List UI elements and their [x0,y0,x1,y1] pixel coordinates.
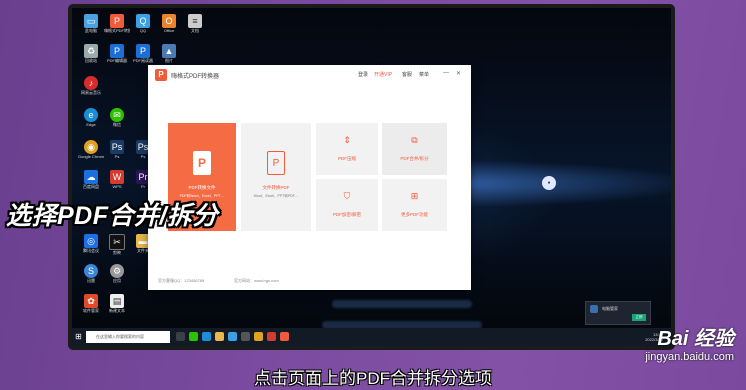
grid-icon: ⊞ [410,191,419,201]
close-icon[interactable]: ✕ [456,70,461,77]
desktop-icon[interactable]: O Office [156,14,182,33]
footer-website[interactable]: 官方网站：www.hgs.com [234,278,279,284]
desktop-icon[interactable]: ▭ 此电脑 [78,14,104,33]
desktop-icon[interactable]: P PDF阅读器 [130,44,156,63]
desktop-icon[interactable]: ✿ 软件管家 [78,294,104,313]
watermark-url: jingyan.baidu.com [645,351,734,363]
notification-popup: 电脑管家 立即 [585,301,651,325]
shield-icon [590,305,598,313]
wechat-taskbar-icon[interactable] [189,332,198,341]
window-titlebar: P 嗨格式PDF转换器 登录 开通VIP 客服 菜单 — ✕ [148,65,471,85]
wps-taskbar-icon[interactable] [267,332,276,341]
watermark-logo: Bai 经验 [657,328,734,350]
tile-sublabel: Word、Excel、PPT转PDF… [253,194,299,198]
desktop-icon[interactable]: ◉ Google Chrome [78,140,104,159]
tile-label: PDF转换文件 [188,185,216,190]
desktop-icon[interactable]: ♻ 回收站 [78,44,104,63]
tile-label: 文件转换PDF [262,185,290,190]
monitor-frame: ● ▭此电脑 P嗨格式PDF转换器 QQQ OOffice ≡文档 ♻回收站 P… [68,4,675,350]
desktop-icon[interactable]: ✂ 剪映 [104,234,130,255]
desktop-icon[interactable]: ≡ 文档 [182,14,208,33]
step-subtitle: 点击页面上的PDF合并拆分选项 [254,369,492,388]
shield-icon: ⛉ [343,191,351,201]
file-to-pdf-icon: P [267,151,285,175]
desktop-icon[interactable]: ◎ 腾讯会议 [78,234,104,253]
desktop-icon[interactable]: S 迅雷 [78,264,104,283]
tile-label: PDF压缩 [338,156,356,161]
edge-taskbar-icon[interactable] [202,332,211,341]
tile-compress[interactable]: ⇕ PDF压缩 [316,123,378,175]
desktop-icon[interactable]: ▲ 图片 [156,44,182,63]
desktop-icon[interactable]: e Edge [78,108,104,127]
desktop-icon[interactable]: P PDF编辑器 [104,44,130,63]
desktop-icon[interactable]: Q QQ [130,14,156,33]
desktop-icon[interactable]: ♪ 网易云音乐 [78,76,104,95]
menu-main[interactable]: 菜单 [419,71,429,78]
qq-taskbar-icon[interactable] [228,332,237,341]
step-headline: 选择PDF合并/拆分 [6,202,218,230]
taskbar-search-input[interactable]: 在这里输入你要搜索的内容 [86,331,170,343]
desktop-icon[interactable]: ☁ 百度网盘 [78,170,104,189]
desktop-icon[interactable]: ✉ 微信 [104,108,130,127]
minimize-icon[interactable]: — [443,70,449,76]
chrome-taskbar-icon[interactable] [254,332,263,341]
desktop-screen: ● ▭此电脑 P嗨格式PDF转换器 QQQ OOffice ≡文档 ♻回收站 P… [72,8,671,346]
pdf-document-icon: P [193,151,211,175]
windows-start-icon[interactable]: ⊞ [75,332,84,341]
notification-button[interactable]: 立即 [632,314,646,321]
baidu-watermark: Bai 经验 jingyan.baidu.com [645,322,734,363]
blurred-highlight [332,300,472,308]
pdf-converter-window: P 嗨格式PDF转换器 登录 开通VIP 客服 菜单 — ✕ P PDF转换文件… [148,65,471,290]
footer-qq: 官方客服QQ：123456789 [158,278,205,283]
assistant-bubble-icon[interactable]: ● [542,176,556,190]
tile-encrypt[interactable]: ⛉ PDF加密/解密 [316,179,378,231]
menu-login[interactable]: 登录 [358,71,368,78]
explorer-taskbar-icon[interactable] [215,332,224,341]
merge-split-icon: ⧉ [411,135,418,145]
pdf-converter-taskbar-icon[interactable] [280,332,289,341]
app-title: 嗨格式PDF转换器 [171,74,220,80]
compress-icon: ⇕ [343,135,351,145]
desktop-icon[interactable]: ⚙ 应用 [104,264,130,283]
app-taskbar-icon[interactable] [241,332,250,341]
desktop-icon[interactable]: P嗨格式PDF转换器 [104,14,130,33]
tile-merge-split[interactable]: ⧉ PDF合并/拆分 [382,123,447,175]
task-view-icon[interactable] [176,332,185,341]
tile-file-to-pdf[interactable]: P 文件转换PDF Word、Excel、PPT转PDF… [241,123,311,231]
notification-text: 电脑管家 [602,306,618,311]
menu-service[interactable]: 客服 [402,71,412,78]
tile-label: PDF加密/解密 [332,212,362,217]
desktop-icon[interactable]: ▤ 新建文本 [104,294,130,313]
tile-label: 更多PDF功能 [401,212,428,217]
desktop-icon[interactable]: W WPS [104,170,130,189]
app-logo-icon: P [155,69,167,81]
desktop-icon[interactable]: Ps Ps [104,140,130,159]
tile-more[interactable]: ⊞ 更多PDF功能 [382,179,447,231]
taskbar: ⊞ 在这里输入你要搜索的内容 13:57 2022/3/20 [72,328,671,346]
tile-label: PDF合并/拆分 [400,156,429,161]
menu-vip[interactable]: 开通VIP [374,71,392,78]
